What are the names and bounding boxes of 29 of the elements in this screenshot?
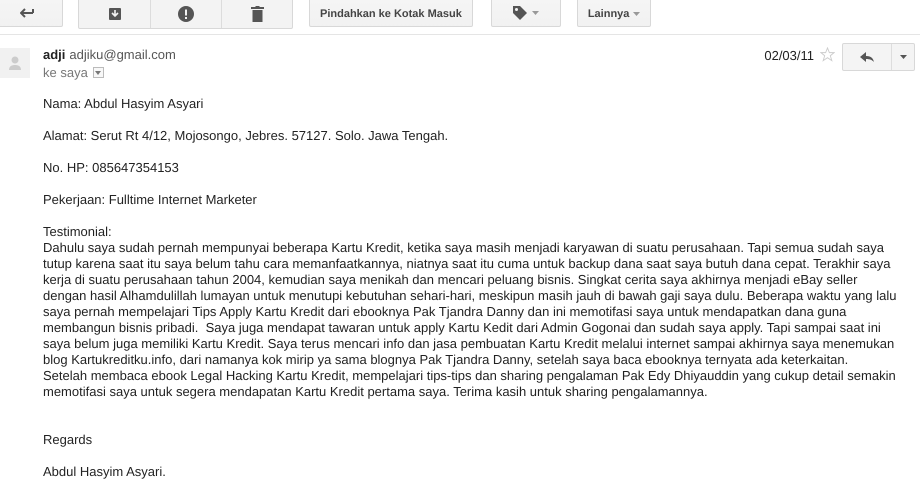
signature-text: Abdul Hasyim Asyari. (43, 464, 167, 480)
closing-text: Regards (43, 432, 94, 448)
caret-icon (633, 12, 640, 16)
reply-arrow-icon (860, 52, 874, 62)
detail-line: Alamat: Serut Rt 4/12, Mojosongo, Jebres. 57127. Solo. Jawa Tengah. (43, 128, 450, 144)
exclamation-icon (178, 6, 194, 22)
tag-icon (512, 5, 528, 21)
caret-icon (532, 11, 540, 15)
trash-icon (250, 6, 264, 22)
detail-line: Pekerjaan: Fulltime Internet Marketer (43, 192, 258, 208)
details-dropdown[interactable] (92, 67, 104, 78)
message-date: 02/03/11 (764, 48, 814, 63)
testimonial-label: Testimonial: (43, 224, 113, 240)
sender-email: adjiku@gmail.com (69, 47, 176, 62)
testimonial-paragraph: Dahulu saya sudah pernah mempunyai beberapa Kartu Kredit, ketika saya masih menjadi karyawan di suatu perusahaan. Tapi semua sudah saya tutup karena saat itu saya belum tahu cara memanfaatkannya, niatnya saat itu cuma untuk backup dana saat saya butuh dana cepat. Terakhir saya kerja di suatu perusahaan tahun 2004, kemudian saya menikah dan mencari peluang bisnis. Singkat cerita saya akhirnya menjadi eBay seller dengan hasil Alhamdulillah lumayan untuk menutupi kebutuhan sehari-hari, meskipun masih jauh di bawah gaji saya dulu. Beberapa waktu yang lalu saya pernah mempelajari Tips Apply Kartu Kredit dari ebooknya Pak Tjandra Danny dan ini memotifasi saya untuk mendapatkan dana guna membangun bisnis pribadi. Saya juga mendapat tawaran untuk apply Kartu Kedit dari Admin Gogonai dan sudah saya apply. Tapi sampai saat ini saya belum juga memiliki Kartu Kredit. Saya terus mencari info dan jasa pembuatan Kartu Kredit melalui internet sampai akhirnya saya menemukan blog Kartukreditku.info, dari namanya kok mirip ya sama blognya Pak Tjandra Danny, setelah saya baca ebooknya ternyata ada keterkaitan. Setelah membaca ebook Legal Hacking Kartu Kredit, mempelajari tips-tips dan sharing pengalaman Pak Edy Dhiyauddin yang cukup detail semakin memotifasi saya untuk segera mendapatan Kartu Kredit pertama saya. Terima kasih untuk sharing pengalamannya. (43, 240, 898, 400)
archive-icon (108, 7, 122, 21)
back-arrow-icon (20, 8, 34, 18)
avatar-icon (0, 48, 30, 78)
detail-line: No. HP: 085647354153 (43, 160, 180, 176)
caret-icon (95, 70, 102, 74)
recipient-label: ke saya (43, 65, 88, 80)
sender-name: adji (43, 47, 66, 62)
star-icon[interactable] (820, 47, 835, 62)
labels-button[interactable] (490, 0, 561, 27)
caret-icon (900, 55, 906, 59)
back-button[interactable] (0, 0, 63, 27)
detail-line: Nama: Abdul Hasyim Asyari (43, 96, 204, 112)
move-to-inbox-button[interactable]: Pindahkan ke Kotak Masuk (309, 0, 473, 27)
more-button[interactable]: Lainnya (576, 0, 652, 27)
